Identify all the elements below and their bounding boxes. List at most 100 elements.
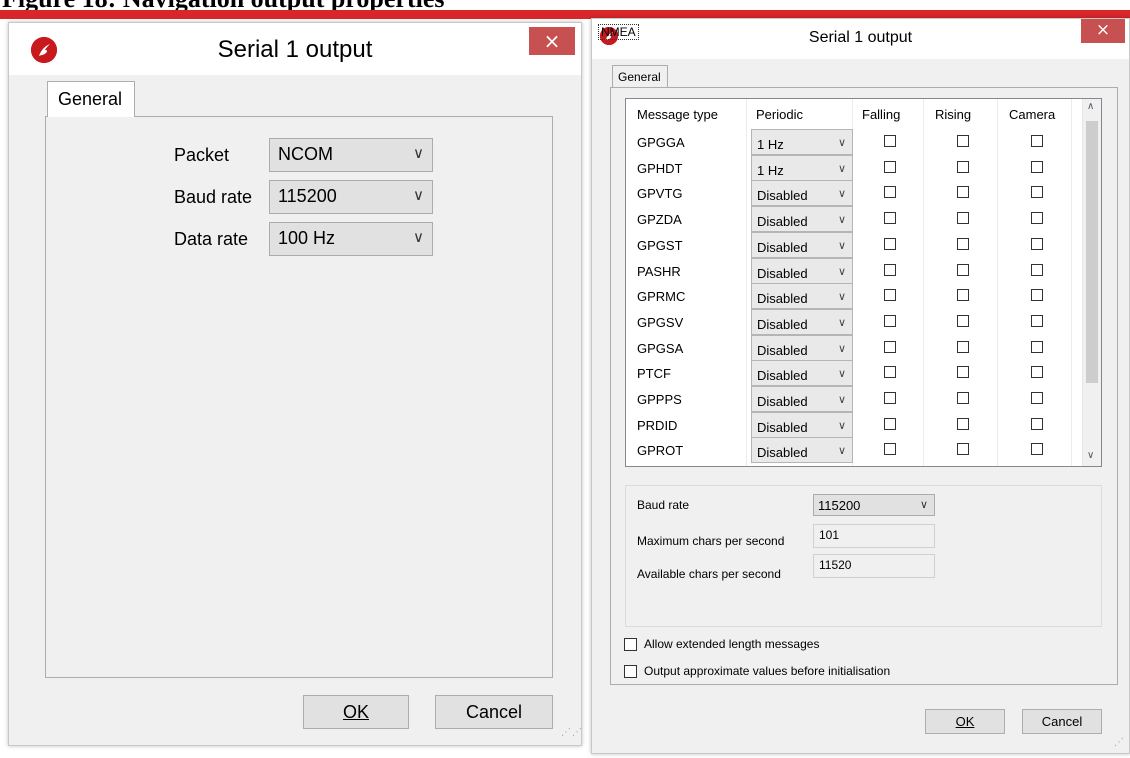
periodic-select[interactable]: Disabled ∨: [751, 257, 853, 284]
column-header-rising[interactable]: Rising: [935, 107, 971, 122]
camera-checkbox[interactable]: [1031, 417, 1043, 430]
title-bar[interactable]: Serial 1 output ×: [9, 23, 581, 75]
message-type-cell: PTCF: [637, 366, 671, 382]
grid-scrollbar[interactable]: ∧ ∨: [1082, 99, 1101, 466]
tab-general[interactable]: General: [612, 65, 668, 87]
rising-checkbox[interactable]: [957, 212, 969, 225]
rising-checkbox[interactable]: [957, 237, 969, 250]
column-header-camera[interactable]: Camera: [1009, 107, 1055, 122]
periodic-select[interactable]: Disabled ∨: [751, 437, 853, 464]
ok-button[interactable]: OK: [303, 695, 409, 729]
periodic-select[interactable]: Disabled ∨: [751, 283, 853, 310]
falling-checkbox[interactable]: [884, 340, 896, 353]
title-bar[interactable]: Serial 1 output ×: [592, 19, 1129, 59]
falling-checkbox[interactable]: [884, 186, 896, 199]
periodic-select[interactable]: Disabled ∨: [751, 206, 853, 233]
periodic-select[interactable]: Disabled ∨: [751, 360, 853, 387]
falling-checkbox[interactable]: [884, 212, 896, 225]
periodic-select[interactable]: Disabled ∨: [751, 334, 853, 361]
checkbox-box[interactable]: [624, 638, 637, 651]
periodic-value: Disabled: [757, 445, 808, 461]
falling-checkbox[interactable]: [884, 237, 896, 250]
camera-checkbox[interactable]: [1031, 314, 1043, 327]
baud-rate-select[interactable]: 115200 ∨: [813, 494, 935, 516]
falling-checkbox[interactable]: [884, 263, 896, 276]
falling-checkbox[interactable]: [884, 160, 896, 173]
scroll-thumb[interactable]: [1086, 121, 1098, 383]
column-header-periodic[interactable]: Periodic: [756, 107, 803, 122]
falling-checkbox[interactable]: [884, 314, 896, 327]
rising-checkbox[interactable]: [957, 160, 969, 173]
tab-general[interactable]: General: [47, 81, 135, 117]
periodic-value: Disabled: [757, 214, 808, 230]
scroll-up-icon[interactable]: ∧: [1087, 101, 1094, 112]
rising-checkbox[interactable]: [957, 314, 969, 327]
periodic-value: Disabled: [757, 419, 808, 435]
camera-checkbox[interactable]: [1031, 237, 1043, 250]
chevron-down-icon: ∨: [837, 238, 846, 252]
rising-checkbox[interactable]: [957, 289, 969, 302]
camera-checkbox[interactable]: [1031, 160, 1043, 173]
rising-checkbox[interactable]: [957, 340, 969, 353]
falling-checkbox[interactable]: [884, 417, 896, 430]
periodic-select[interactable]: 1 Hz ∨: [751, 129, 853, 155]
message-type-cell: GPGSV: [637, 314, 684, 330]
periodic-select[interactable]: Disabled ∨: [751, 231, 853, 258]
periodic-value: Disabled: [757, 368, 808, 384]
column-header-message-type[interactable]: Message type: [637, 107, 718, 122]
periodic-value: Disabled: [757, 239, 808, 255]
ok-button-label: OK: [342, 702, 369, 722]
camera-checkbox[interactable]: [1031, 340, 1043, 353]
cancel-button[interactable]: Cancel: [435, 695, 553, 729]
data-rate-select[interactable]: 100 Hz ∨: [269, 222, 433, 256]
falling-checkbox[interactable]: [884, 135, 896, 147]
message-type-cell: GPRMC: [637, 289, 686, 305]
rising-checkbox[interactable]: [957, 417, 969, 430]
tab-nmea-label: NMEA: [598, 24, 639, 40]
resize-grip-icon[interactable]: ⋰: [1114, 737, 1125, 748]
chevron-down-icon: ∨: [837, 136, 846, 149]
message-type-cell: PASHR: [637, 263, 681, 279]
camera-checkbox[interactable]: [1031, 263, 1043, 276]
periodic-select[interactable]: Disabled ∨: [751, 411, 853, 438]
dialog-title: Serial 1 output: [808, 29, 913, 46]
camera-checkbox[interactable]: [1031, 186, 1043, 199]
falling-checkbox[interactable]: [884, 392, 896, 404]
periodic-select[interactable]: Disabled ∨: [751, 308, 853, 335]
nmea-message-grid: Message type Periodic Falling Rising Cam…: [625, 98, 1102, 467]
checkbox-box[interactable]: [624, 665, 637, 678]
periodic-select[interactable]: 1 Hz ∨: [751, 154, 853, 181]
falling-checkbox[interactable]: [884, 443, 896, 456]
camera-checkbox[interactable]: [1031, 366, 1043, 379]
falling-checkbox[interactable]: [884, 366, 896, 379]
chevron-down-icon: ∨: [413, 144, 424, 162]
camera-checkbox[interactable]: [1031, 212, 1043, 225]
column-divider: [997, 99, 998, 466]
rising-checkbox[interactable]: [957, 263, 969, 276]
cancel-button-label: Cancel: [1041, 714, 1083, 729]
periodic-select[interactable]: Disabled ∨: [751, 386, 853, 412]
rising-checkbox[interactable]: [957, 392, 969, 404]
cancel-button[interactable]: Cancel: [1022, 709, 1102, 734]
rising-checkbox[interactable]: [957, 443, 969, 456]
close-button[interactable]: ×: [529, 27, 575, 55]
close-button[interactable]: ×: [1081, 19, 1125, 43]
falling-checkbox[interactable]: [884, 289, 896, 302]
camera-checkbox[interactable]: [1031, 289, 1043, 302]
resize-grip-icon[interactable]: ⋰⋰: [561, 727, 583, 738]
chevron-down-icon: ∨: [837, 187, 846, 201]
periodic-select[interactable]: Disabled ∨: [751, 180, 853, 207]
chevron-down-icon: ∨: [837, 315, 846, 329]
scroll-down-icon[interactable]: ∨: [1087, 450, 1094, 461]
camera-checkbox[interactable]: [1031, 135, 1043, 147]
packet-select[interactable]: NCOM ∨: [269, 138, 433, 172]
camera-checkbox[interactable]: [1031, 443, 1043, 456]
rising-checkbox[interactable]: [957, 135, 969, 147]
column-header-falling[interactable]: Falling: [862, 107, 900, 122]
baud-rate-select[interactable]: 115200 ∨: [269, 180, 433, 214]
rising-checkbox[interactable]: [957, 366, 969, 379]
message-type-cell: GPHDT: [637, 160, 683, 176]
rising-checkbox[interactable]: [957, 186, 969, 199]
camera-checkbox[interactable]: [1031, 392, 1043, 404]
ok-button[interactable]: OK: [925, 709, 1005, 734]
